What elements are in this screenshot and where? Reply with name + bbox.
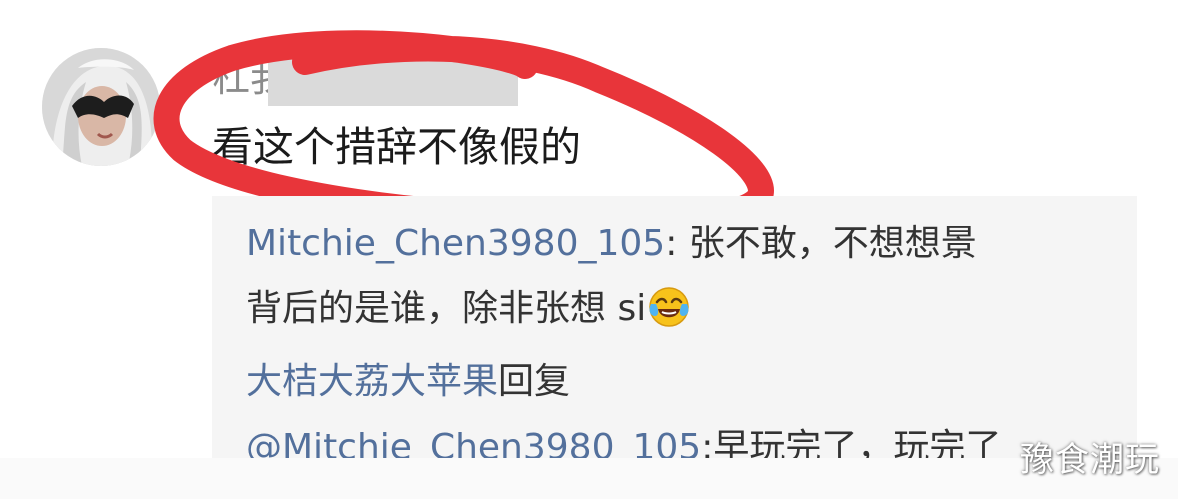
avatar[interactable] bbox=[42, 48, 160, 166]
reply-1-text-line-2: 背后的是谁，除非张想 si bbox=[246, 288, 647, 329]
reply-2-action: 回复 bbox=[498, 361, 571, 402]
comment-text: 看这个措辞不像假的 bbox=[212, 123, 581, 171]
footer-bar bbox=[0, 458, 1178, 499]
avatar-image bbox=[42, 48, 160, 166]
reply-1-separator: : bbox=[665, 223, 689, 264]
username-redaction bbox=[268, 44, 518, 106]
reply-1-author-link[interactable]: Mitchie_Chen3980_105 bbox=[246, 223, 665, 264]
laugh-cry-emoji-icon bbox=[648, 286, 690, 328]
reply-1-line-2: 背后的是谁，除非张想 si bbox=[246, 286, 690, 331]
reply-2-author-link[interactable]: 大桔大荔大苹果 bbox=[246, 361, 498, 402]
reply-1-text-line-1: 张不敢，不想想景 bbox=[688, 223, 977, 264]
reply-1-line-1: Mitchie_Chen3980_105: 张不敢，不想想景 bbox=[246, 222, 977, 266]
reply-2-line-1: 大桔大荔大苹果回复 bbox=[246, 360, 570, 404]
watermark: 豫食潮玩 bbox=[1020, 440, 1160, 480]
screenshot-stage: 杠我 看这个措辞不像假的 Mitchie_Chen3980_105: 张不敢，不… bbox=[0, 0, 1178, 499]
